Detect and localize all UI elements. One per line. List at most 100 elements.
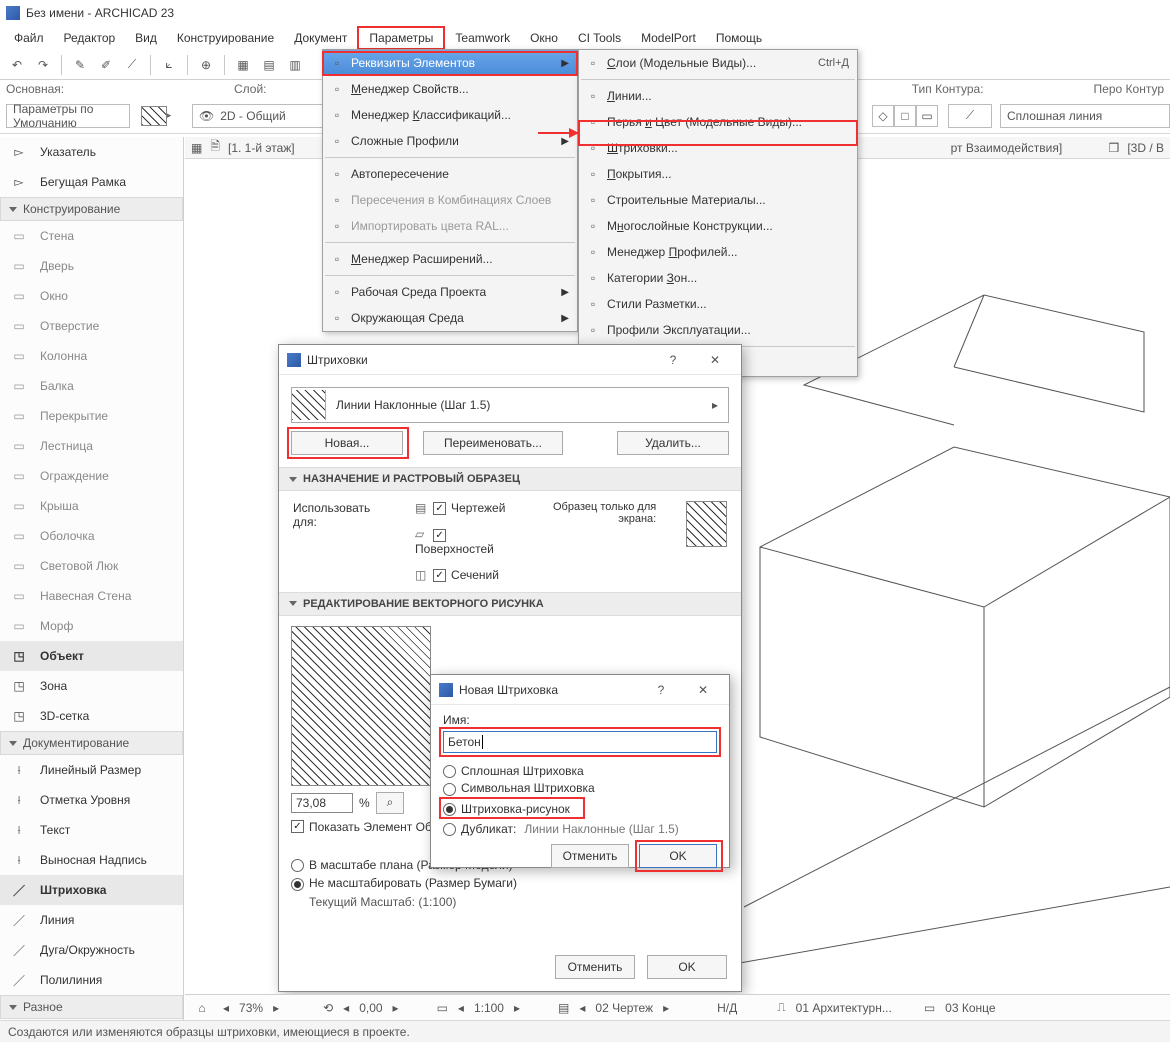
tool-Стена[interactable]: ▭Стена — [0, 221, 183, 251]
fill-thumb-icon[interactable] — [141, 106, 167, 126]
menu-параметры[interactable]: Параметры — [357, 26, 445, 50]
zoom-input[interactable]: 73,08 — [291, 793, 353, 813]
menuitem[interactable]: ▫Покрытия... — [579, 161, 857, 187]
tool-Окно[interactable]: ▭Окно — [0, 281, 183, 311]
sheet-icon[interactable]: 🗎 — [210, 137, 220, 158]
close-button[interactable]: ✕ — [685, 676, 721, 704]
group-header-vector[interactable]: РЕДАКТИРОВАНИЕ ВЕКТОРНОГО РИСУНКА — [279, 592, 741, 616]
menuitem[interactable]: ▫Автопересечение — [323, 161, 577, 187]
tool-Колонна[interactable]: ▭Колонна — [0, 341, 183, 371]
menu-окно[interactable]: Окно — [520, 28, 568, 48]
tab-3d[interactable]: [3D / В — [1127, 141, 1164, 155]
new-button[interactable]: Новая... — [291, 431, 403, 455]
scale-value[interactable]: 1:100 — [474, 1001, 504, 1015]
grid-icon[interactable]: ▦ — [191, 141, 202, 155]
tool-Полилиния[interactable]: ／Полилиния — [0, 965, 183, 995]
menuitem[interactable]: ▫Перья и Цвет (Модельные Виды)... — [579, 109, 857, 135]
tool-Отверстие[interactable]: ▭Отверстие — [0, 311, 183, 341]
tool-3D-сетка[interactable]: ◳3D-сетка — [0, 701, 183, 731]
coord-value[interactable]: 0,00 — [359, 1001, 382, 1015]
radio-solid[interactable]: Сплошная Штриховка — [443, 764, 717, 778]
zoom-value[interactable]: 73% — [239, 1001, 263, 1015]
tool-category[interactable]: Конструирование — [0, 197, 183, 221]
menuitem[interactable]: ▫Менеджер Профилей... — [579, 239, 857, 265]
eyedrop-icon[interactable]: ✐ — [95, 54, 117, 76]
tool-Бегущая Рамка[interactable]: ▻Бегущая Рамка — [0, 167, 183, 197]
grid3-icon[interactable]: ▥ — [284, 54, 306, 76]
tool-Дверь[interactable]: ▭Дверь — [0, 251, 183, 281]
tool-Отметка Уровня[interactable]: ⟊Отметка Уровня — [0, 785, 183, 815]
tool-Крыша[interactable]: ▭Крыша — [0, 491, 183, 521]
new-fill-ok-button[interactable]: OK — [639, 844, 717, 868]
menu-редактор[interactable]: Редактор — [54, 28, 126, 48]
menuitem[interactable]: ▫Многослойные Конструкции... — [579, 213, 857, 239]
tab-floor[interactable]: [1. 1-й этаж] — [228, 141, 295, 155]
menuitem[interactable]: ▫Слои (Модельные Виды)...Ctrl+Д — [579, 50, 857, 76]
menuitem[interactable]: ▫Реквизиты Элементов▶ — [323, 50, 577, 76]
radio-duplicate[interactable]: Дубликат: — [443, 822, 516, 836]
tool-category[interactable]: Разное — [0, 995, 183, 1019]
geom-btn-3[interactable]: ▭ — [916, 105, 938, 127]
menu-вид[interactable]: Вид — [125, 28, 167, 48]
redo-icon[interactable]: ↷ — [32, 54, 54, 76]
tool-Морф[interactable]: ▭Морф — [0, 611, 183, 641]
menu-файл[interactable]: Файл — [4, 28, 54, 48]
radio-symbol[interactable]: Символьная Штриховка — [443, 781, 717, 795]
group-header-purpose[interactable]: НАЗНАЧЕНИЕ И РАСТРОВЫЙ ОБРАЗЕЦ — [279, 467, 741, 491]
ruler-icon[interactable]: ⟋ — [121, 54, 143, 76]
zoom-fit-button[interactable]: ⌕ — [376, 792, 405, 814]
tool-Линия[interactable]: ／Линия — [0, 905, 183, 935]
menuitem[interactable]: ▫Рабочая Среда Проекта▶ — [323, 279, 577, 305]
menuitem[interactable]: ▫Окружающая Среда▶ — [323, 305, 577, 331]
rename-button[interactable]: Переименовать... — [423, 431, 563, 455]
menuitem[interactable]: ▫Менеджер Классификаций... — [323, 102, 577, 128]
tool-Указатель[interactable]: ▻Указатель — [0, 137, 183, 167]
help-button[interactable]: ? — [643, 676, 679, 704]
nav-home-icon[interactable]: ⌂ — [191, 997, 213, 1019]
tool-Навесная Стена[interactable]: ▭Навесная Стена — [0, 581, 183, 611]
layerset-value[interactable]: 02 Чертеж — [595, 1001, 653, 1015]
tool-Перекрытие[interactable]: ▭Перекрытие — [0, 401, 183, 431]
radio-image[interactable]: Штриховка-рисунок — [443, 802, 570, 816]
menuitem[interactable]: ▫Стили Разметки... — [579, 291, 857, 317]
menu-teamwork[interactable]: Teamwork — [445, 28, 520, 48]
tool-Лестница[interactable]: ▭Лестница — [0, 431, 183, 461]
delete-button[interactable]: Удалить... — [617, 431, 729, 455]
menuitem[interactable]: ▫Линии... — [579, 83, 857, 109]
tool-category[interactable]: Документирование — [0, 731, 183, 755]
tool-Штриховка[interactable]: ／Штриховка — [0, 875, 183, 905]
menuitem[interactable]: ▫Строительные Материалы... — [579, 187, 857, 213]
tool-Выносная Надпись[interactable]: ⟊Выносная Надпись — [0, 845, 183, 875]
fills-ok-button[interactable]: OK — [647, 955, 727, 979]
cube-icon[interactable]: ❒ — [1109, 141, 1120, 155]
tool-Зона[interactable]: ◳Зона — [0, 671, 183, 701]
tool-Оболочка[interactable]: ▭Оболочка — [0, 521, 183, 551]
fills-cancel-button[interactable]: Отменить — [555, 955, 635, 979]
defaults-button[interactable]: Параметры по Умолчанию — [6, 104, 130, 128]
radio-paper-scale[interactable]: Не масштабировать (Размер Бумаги) — [291, 876, 729, 890]
menuitem[interactable]: ▫Штриховки... — [579, 135, 857, 161]
menu-документ[interactable]: Документ — [284, 28, 357, 48]
menu-помощь[interactable]: Помощь — [706, 28, 772, 48]
menuitem[interactable]: ▫Менеджер Свойств... — [323, 76, 577, 102]
menuitem[interactable]: ▫Менеджер Расширений... — [323, 246, 577, 272]
help-button[interactable]: ? — [655, 346, 691, 374]
wand-icon[interactable]: ✎ — [69, 54, 91, 76]
tool-Ограждение[interactable]: ▭Ограждение — [0, 461, 183, 491]
grid1-icon[interactable]: ▦ — [232, 54, 254, 76]
close-button[interactable]: ✕ — [697, 346, 733, 374]
conc-value[interactable]: 03 Конце — [945, 1001, 995, 1015]
tool-Текст[interactable]: ⟊Текст — [0, 815, 183, 845]
menuitem[interactable]: ▫Профили Эксплуатации... — [579, 317, 857, 343]
tool-Балка[interactable]: ▭Балка — [0, 371, 183, 401]
new-fill-cancel-button[interactable]: Отменить — [551, 844, 629, 868]
geom-btn-1[interactable]: ◇ — [872, 105, 894, 127]
menu-ci tools[interactable]: CI Tools — [568, 28, 631, 48]
name-input[interactable]: Бетон — [443, 731, 717, 753]
tool-Дуга/Окружность[interactable]: ／Дуга/Окружность — [0, 935, 183, 965]
menu-конструирование[interactable]: Конструирование — [167, 28, 284, 48]
tool-Объект[interactable]: ◳Объект — [0, 641, 183, 671]
undo-icon[interactable]: ↶ — [6, 54, 28, 76]
geom-btn-2[interactable]: □ — [894, 105, 916, 127]
angle-icon[interactable]: ⟀ — [158, 54, 180, 76]
